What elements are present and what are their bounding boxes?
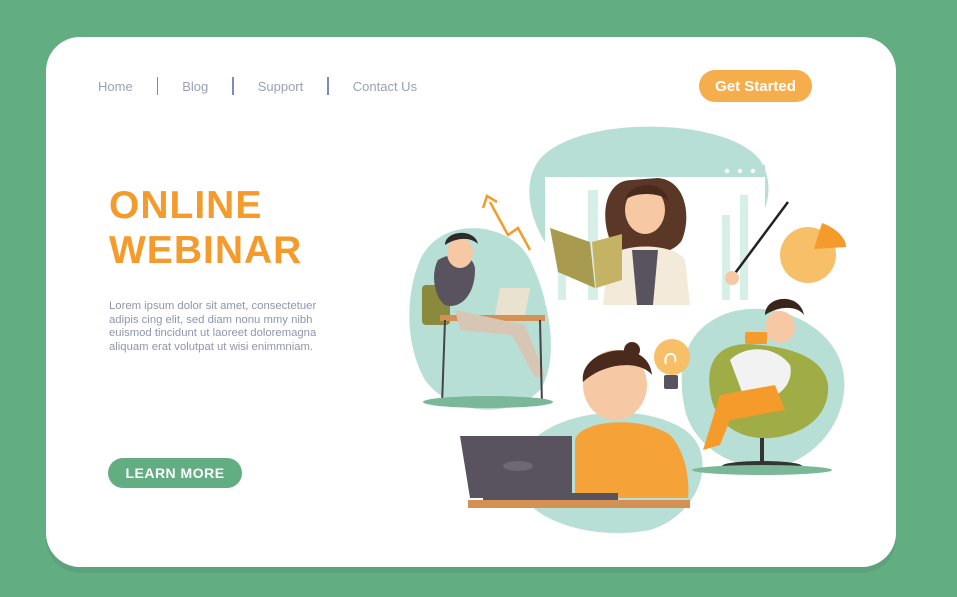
window-dot-icon [724, 168, 730, 174]
nav-support-link[interactable]: Support [258, 79, 304, 94]
pie-chart-icon [814, 223, 846, 249]
chart-bar [722, 215, 730, 300]
top-nav: Home Blog Support Contact Us [98, 76, 417, 96]
nav-divider [156, 77, 159, 95]
hero-description-line: aliquam erat volutpat ut wisi enimmniam. [109, 340, 314, 353]
nav-divider [327, 77, 329, 95]
hero-title-line: WEBINAR [109, 229, 303, 272]
window-dot-icon [737, 168, 743, 174]
hero-title-line: ONLINE [109, 184, 263, 227]
window-dot-icon [750, 168, 756, 174]
learn-more-button[interactable]: LEARN MORE [108, 458, 242, 488]
nav-home-link[interactable]: Home [98, 79, 133, 94]
chart-bar [740, 195, 748, 300]
hero-description-line: Lorem ipsum dolor sit amet, consectetuer [109, 300, 317, 312]
hero-title: ONLINE WEBINAR [109, 183, 369, 273]
window-titlebar [545, 165, 765, 177]
nav-blog-link[interactable]: Blog [182, 79, 208, 94]
hero-description-line: adipis cing elit, sed diam nonu mmy nibh [109, 313, 313, 326]
nav-divider [232, 77, 234, 95]
hero-description: Lorem ipsum dolor sit amet, consectetuer… [109, 300, 369, 354]
webinar-illustration [409, 126, 846, 534]
hero-description-line: euismod tincidunt ut laoreet doloremagna [109, 327, 317, 340]
get-started-button[interactable]: Get Started [699, 70, 812, 102]
nav-contact-link[interactable]: Contact Us [353, 79, 417, 94]
